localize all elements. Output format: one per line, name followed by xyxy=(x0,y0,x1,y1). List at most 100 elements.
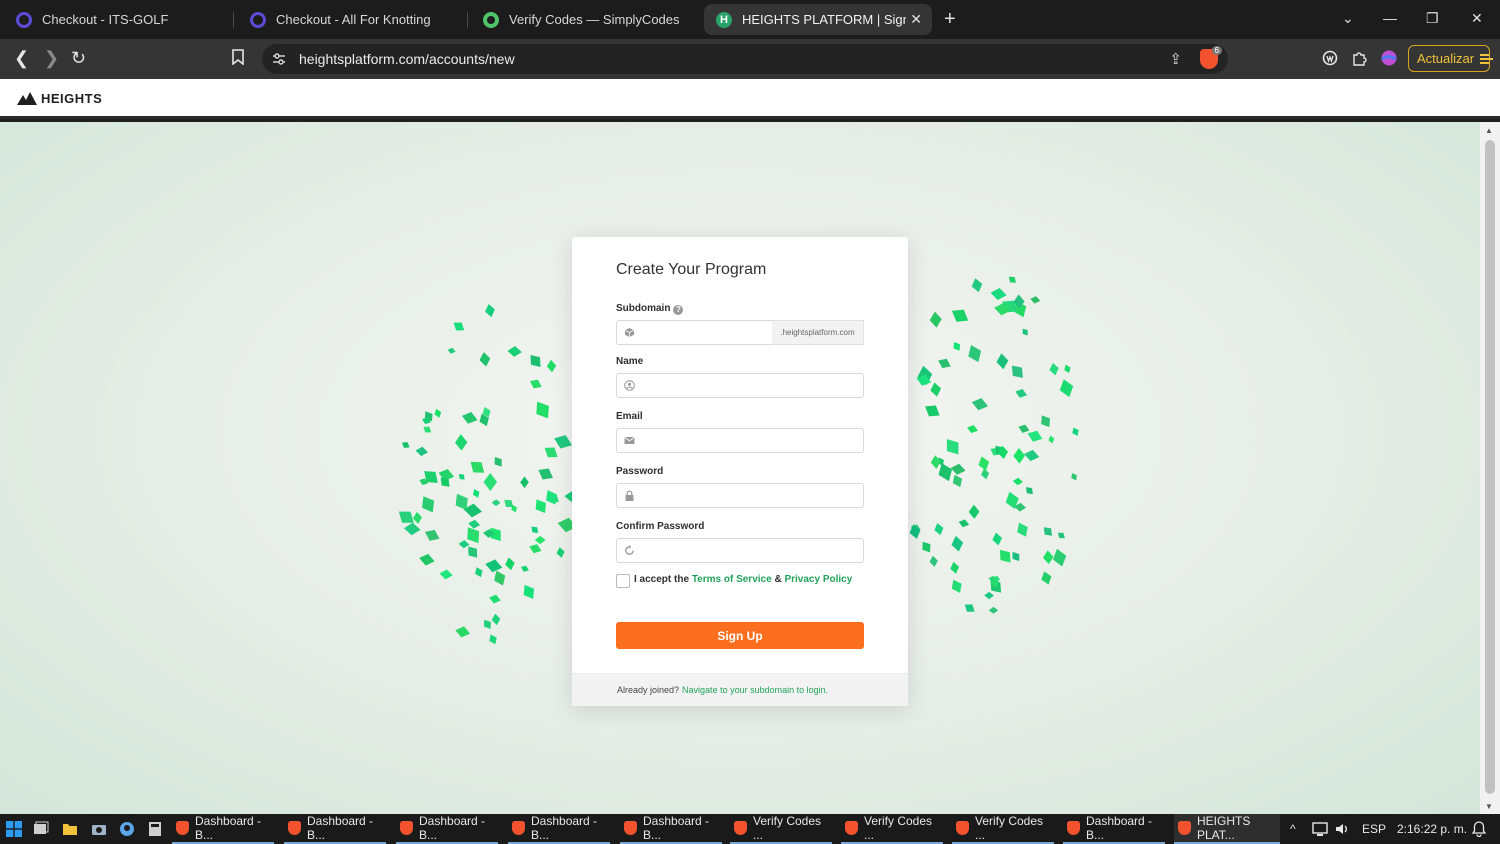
scroll-thumb[interactable] xyxy=(1485,140,1495,794)
address-bar[interactable]: heightsplatform.com/accounts/new ⇪ 6 xyxy=(262,44,1228,74)
tab-verify-codes[interactable]: Verify Codes — SimplyCodes xyxy=(471,4,701,35)
new-tab-button[interactable]: + xyxy=(944,9,956,29)
taskbar-item-dashboard[interactable]: Dashboard - B... xyxy=(508,814,610,844)
taskbar-item-verify-codes[interactable]: Verify Codes ... xyxy=(730,814,832,844)
email-input[interactable] xyxy=(616,428,864,453)
confetti-piece xyxy=(1072,427,1079,436)
confetti-piece xyxy=(485,304,495,318)
profile-avatar-icon[interactable] xyxy=(1381,50,1397,66)
confirm-password-input[interactable] xyxy=(616,538,864,563)
taskbar-item-dashboard[interactable]: Dashboard - B... xyxy=(620,814,722,844)
reload-icon[interactable]: ↻ xyxy=(71,49,86,67)
tab-search-chevron-icon[interactable]: ⌄ xyxy=(1342,10,1354,27)
heights-h-icon: H xyxy=(716,11,732,28)
network-icon[interactable] xyxy=(1312,821,1328,837)
password-label: Password xyxy=(616,466,664,477)
password-input[interactable] xyxy=(616,483,864,508)
confetti-piece xyxy=(479,352,491,367)
confetti-piece xyxy=(971,278,983,293)
heights-logo[interactable]: HEIGHTS xyxy=(17,91,102,106)
brave-browser-icon xyxy=(400,821,413,835)
cube-icon xyxy=(624,328,635,337)
terms-text: I accept the Terms of Service & Privacy … xyxy=(634,574,852,585)
camera-app-icon[interactable] xyxy=(91,821,107,837)
confetti-piece xyxy=(494,457,502,467)
system-clock[interactable]: 2:16:22 p. m. xyxy=(1397,822,1467,836)
forward-icon[interactable]: ❯ xyxy=(44,49,59,67)
confetti-piece xyxy=(967,425,978,434)
taskbar-label: Dashboard - B... xyxy=(1086,814,1153,842)
taskbar-label: Dashboard - B... xyxy=(195,814,262,842)
url-text[interactable]: heightsplatform.com/accounts/new xyxy=(299,51,515,67)
tab-checkout-all-for-knotting[interactable]: Checkout - All For Knotting xyxy=(238,4,468,35)
tab-heights-platform[interactable]: H HEIGHTS PLATFORM | Sign Up ✕ xyxy=(704,4,932,35)
windows-start-icon[interactable] xyxy=(6,821,22,837)
taskbar-item-heights-platform[interactable]: HEIGHTS PLAT... xyxy=(1174,814,1280,844)
terms-prefix: I accept the xyxy=(634,574,690,585)
calculator-icon[interactable] xyxy=(147,821,163,837)
confetti-piece xyxy=(556,547,565,558)
scroll-down-icon[interactable]: ▼ xyxy=(1485,802,1493,811)
confetti-piece xyxy=(1057,532,1065,539)
site-settings-icon[interactable] xyxy=(272,52,286,66)
name-input[interactable] xyxy=(616,373,864,398)
sign-up-button[interactable]: Sign Up xyxy=(616,622,864,649)
maps-app-icon[interactable] xyxy=(119,821,135,837)
confetti-piece xyxy=(951,309,969,322)
confetti-piece xyxy=(1030,296,1041,304)
taskbar-label: HEIGHTS PLAT... xyxy=(1197,814,1251,842)
taskbar-item-verify-codes[interactable]: Verify Codes ... xyxy=(841,814,943,844)
terms-of-service-link[interactable]: Terms of Service xyxy=(692,574,772,585)
notification-bell-icon[interactable] xyxy=(1471,821,1487,837)
input-language[interactable]: ESP xyxy=(1362,822,1386,836)
taskbar-item-dashboard[interactable]: Dashboard - B... xyxy=(1063,814,1165,844)
scroll-up-icon[interactable]: ▲ xyxy=(1485,126,1493,135)
confetti-piece xyxy=(413,511,422,524)
close-window-icon[interactable]: ✕ xyxy=(1471,10,1483,27)
confetti-piece xyxy=(1049,362,1059,376)
close-tab-icon[interactable]: ✕ xyxy=(910,11,922,28)
confetti-piece xyxy=(461,412,478,424)
confetti-piece xyxy=(930,455,941,469)
help-icon[interactable]: ? xyxy=(673,305,684,315)
confetti-piece xyxy=(483,472,498,492)
confetti-piece xyxy=(1043,527,1053,536)
confetti-piece xyxy=(984,591,994,600)
confetti-piece xyxy=(472,489,480,498)
wallet-extension-icon[interactable] xyxy=(1322,50,1338,66)
privacy-policy-link[interactable]: Privacy Policy xyxy=(784,574,852,585)
puzzle-extensions-icon[interactable] xyxy=(1351,50,1367,66)
taskbar-item-dashboard[interactable]: Dashboard - B... xyxy=(172,814,274,844)
file-explorer-icon[interactable] xyxy=(62,821,78,837)
confetti-piece xyxy=(1041,571,1052,585)
browser-toolbar: ❮ ❯ ↻ heightsplatform.com/accounts/new ⇪… xyxy=(0,39,1500,79)
restore-icon[interactable]: ❐ xyxy=(1426,10,1439,27)
confetti-piece xyxy=(1012,477,1023,486)
taskbar-item-dashboard[interactable]: Dashboard - B... xyxy=(396,814,498,844)
task-view-icon[interactable] xyxy=(33,821,49,837)
page-scrollbar[interactable]: ▲ ▼ xyxy=(1480,122,1500,814)
confetti-piece xyxy=(996,353,1009,370)
brave-browser-icon xyxy=(1067,821,1080,835)
taskbar-label: Dashboard - B... xyxy=(307,814,374,842)
taskbar-item-verify-codes[interactable]: Verify Codes ... xyxy=(952,814,1054,844)
confetti-piece xyxy=(520,565,529,572)
terms-checkbox[interactable] xyxy=(616,574,630,588)
update-browser-button[interactable]: Actualizar xyxy=(1408,45,1493,72)
tab-label: Checkout - ITS-GOLF xyxy=(42,12,169,27)
login-subdomain-link[interactable]: Navigate to your subdomain to login. xyxy=(682,685,828,695)
taskbar-item-dashboard[interactable]: Dashboard - B... xyxy=(284,814,386,844)
share-icon[interactable]: ⇪ xyxy=(1169,50,1182,68)
tab-checkout-its-golf[interactable]: Checkout - ITS-GOLF xyxy=(4,4,234,35)
tray-chevron-up-icon[interactable]: ^ xyxy=(1290,822,1296,836)
confetti-piece xyxy=(491,499,501,507)
tab-separator xyxy=(467,12,468,28)
subdomain-input[interactable] xyxy=(616,320,773,345)
back-icon[interactable]: ❮ xyxy=(14,49,29,67)
bookmark-icon[interactable] xyxy=(231,49,245,68)
confetti-piece xyxy=(934,523,944,536)
volume-icon[interactable] xyxy=(1334,821,1350,837)
mountain-logo-icon xyxy=(17,92,37,105)
minimize-icon[interactable]: — xyxy=(1383,10,1397,26)
user-circle-icon xyxy=(624,380,635,391)
